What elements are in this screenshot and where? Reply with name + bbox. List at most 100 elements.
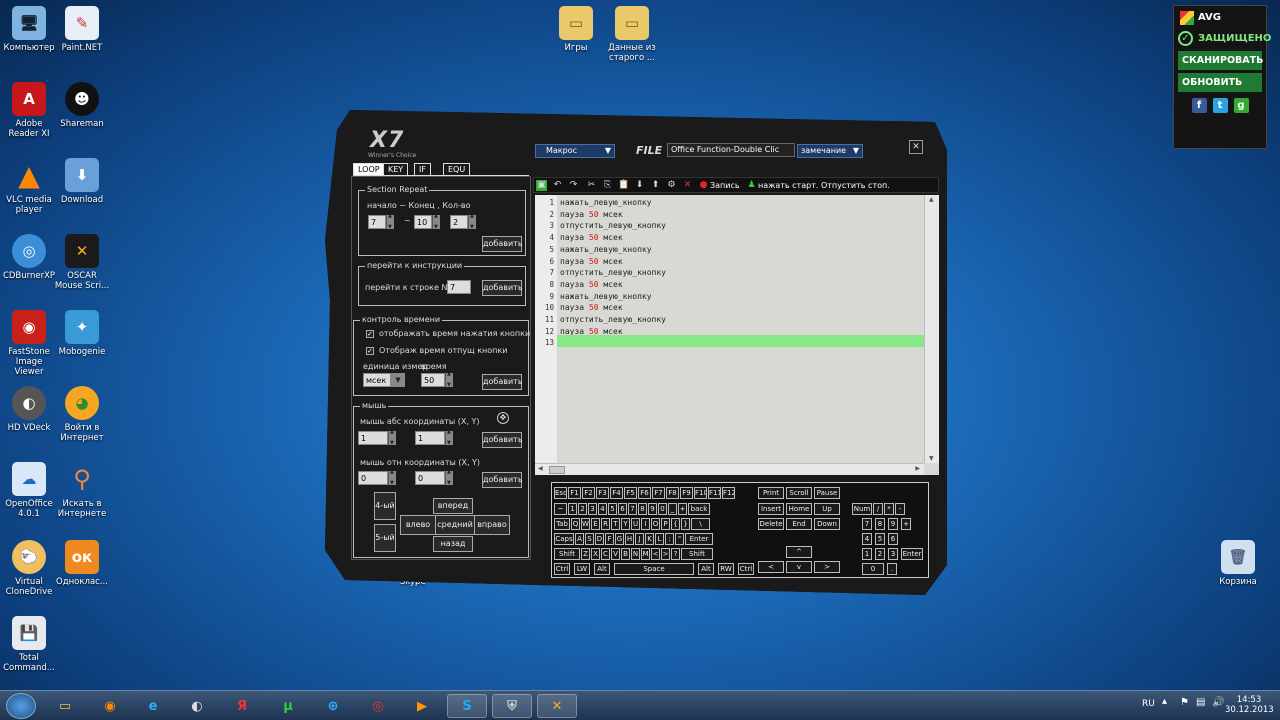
- key-row_5-4[interactable]: Alt: [698, 563, 714, 575]
- key-nav_2-2[interactable]: Down: [814, 518, 840, 530]
- key-row_4-5[interactable]: B: [621, 548, 630, 560]
- key-row_3-9[interactable]: L: [655, 533, 664, 545]
- tab-equ[interactable]: EQU: [443, 163, 471, 175]
- note-dropdown[interactable]: замечание ▼: [797, 144, 863, 158]
- mouse-right-button[interactable]: вправо: [474, 515, 510, 535]
- key-row_3-11[interactable]: ": [675, 533, 684, 545]
- key-row_5-6[interactable]: Ctrl: [738, 563, 754, 575]
- rel-y-stepper[interactable]: [445, 469, 453, 486]
- file-name-field[interactable]: Office Function-Double Clic: [667, 143, 795, 157]
- key-row_3-7[interactable]: J: [635, 533, 644, 545]
- abs-y-stepper[interactable]: [445, 429, 453, 446]
- key-row_2-0[interactable]: Tab: [554, 518, 570, 530]
- key-row_1-13[interactable]: back: [688, 503, 710, 515]
- mouse-back-button[interactable]: назад: [433, 536, 473, 552]
- key-row_4-1[interactable]: Z: [581, 548, 590, 560]
- abs-x-input[interactable]: 1: [358, 431, 388, 445]
- key-num_5-1[interactable]: .: [887, 563, 897, 575]
- code-line[interactable]: нажать_левую_кнопку: [560, 291, 652, 303]
- action-center-icon[interactable]: ⚑: [1180, 697, 1189, 708]
- goto-add-button[interactable]: добавить: [482, 280, 523, 296]
- repeat-start-input[interactable]: 7: [368, 215, 386, 229]
- desktop-icon-adobe-reader[interactable]: A Adobe Reader XI: [0, 82, 58, 139]
- repeat-start-stepper[interactable]: [386, 213, 394, 230]
- close-button[interactable]: ✕: [909, 140, 923, 154]
- key-row_1-11[interactable]: _: [668, 503, 677, 515]
- undo-icon[interactable]: ↶: [552, 180, 563, 191]
- vertical-scrollbar[interactable]: ▲ ▼: [924, 195, 939, 463]
- desktop-icon-total-commander[interactable]: 💾 Total Command...: [0, 616, 58, 673]
- key-row_f-11[interactable]: F11: [708, 487, 721, 499]
- scroll-thumb[interactable]: [549, 466, 565, 474]
- key-row_4-6[interactable]: N: [631, 548, 640, 560]
- key-row_2-2[interactable]: W: [581, 518, 590, 530]
- mouse-button-5[interactable]: 5-ый: [374, 524, 396, 552]
- key-row_1-9[interactable]: 9: [648, 503, 657, 515]
- crosshair-icon[interactable]: ✥: [497, 412, 509, 424]
- key-num_1-1[interactable]: /: [873, 503, 883, 515]
- desktop-icon-games-folder[interactable]: ▭ Игры: [547, 6, 605, 53]
- volume-icon[interactable]: 🔊: [1212, 697, 1224, 708]
- time-add-button[interactable]: добавить: [482, 374, 523, 390]
- avg-scan-button[interactable]: СКАНИРОВАТЬ: [1178, 51, 1263, 70]
- key-num_2-1[interactable]: 8: [875, 518, 885, 530]
- copy-icon[interactable]: ⎘: [602, 180, 613, 191]
- key-row_3-4[interactable]: F: [605, 533, 614, 545]
- scroll-down-icon[interactable]: ▼: [929, 455, 934, 462]
- a4tech-icon[interactable]: ⛨: [492, 694, 532, 718]
- desktop-icon-odnoklassniki[interactable]: ок Одноклас...: [53, 540, 111, 587]
- code-line[interactable]: отпустить_левую_кнопку: [560, 220, 666, 232]
- key-num_3-0[interactable]: 4: [862, 533, 872, 545]
- desktop-icon-computer[interactable]: 🖥 Компьютер: [0, 6, 58, 53]
- key-row_f-3[interactable]: F3: [596, 487, 609, 499]
- desktop-icon-oscar[interactable]: ✕ OSCAR Mouse Scri...: [53, 234, 111, 291]
- desktop-icon-hd-vdeck[interactable]: ◐ HD VDeck: [0, 386, 58, 433]
- internet-explorer-icon[interactable]: e: [133, 694, 173, 718]
- key-row_f-10[interactable]: F10: [694, 487, 707, 499]
- key-row_2-13[interactable]: \: [691, 518, 710, 530]
- redo-icon[interactable]: ↷: [568, 180, 579, 191]
- code-line[interactable]: отпустить_левую_кнопку: [560, 267, 666, 279]
- desktop-icon-shareman[interactable]: ☻ Shareman: [53, 82, 111, 129]
- desktop-icon-old-data-folder[interactable]: ▭ Данные из старого ...: [603, 6, 661, 63]
- delete-icon[interactable]: ✕: [682, 180, 693, 191]
- settings-icon[interactable]: ⚙: [666, 180, 677, 191]
- desktop-icon-openoffice[interactable]: ☁ OpenOffice 4.0.1: [0, 462, 58, 519]
- chrome-icon[interactable]: ◎: [358, 694, 398, 718]
- key-nav_top-0[interactable]: Print: [758, 487, 784, 499]
- key-row_4-10[interactable]: ?: [671, 548, 680, 560]
- tab-key[interactable]: KEY: [383, 163, 409, 175]
- desktop-icon-clonedrive[interactable]: 🐑 Virtual CloneDrive: [0, 540, 58, 597]
- key-row_1-10[interactable]: 0: [658, 503, 667, 515]
- arrow-key-3[interactable]: >: [814, 561, 840, 573]
- key-row_5-2[interactable]: Alt: [594, 563, 610, 575]
- key-row_3-12[interactable]: Enter: [685, 533, 713, 545]
- key-row_3-1[interactable]: A: [575, 533, 584, 545]
- key-row_2-9[interactable]: O: [651, 518, 660, 530]
- key-row_4-9[interactable]: >: [661, 548, 670, 560]
- key-row_1-7[interactable]: 7: [628, 503, 637, 515]
- key-num_2-3[interactable]: +: [901, 518, 911, 530]
- key-nav_2-1[interactable]: End: [786, 518, 812, 530]
- key-num_1-3[interactable]: -: [895, 503, 905, 515]
- time-value-stepper[interactable]: [445, 371, 453, 388]
- key-row_5-1[interactable]: LW: [574, 563, 590, 575]
- key-row_2-1[interactable]: Q: [571, 518, 580, 530]
- network-icon[interactable]: ▤: [1196, 697, 1205, 708]
- key-row_5-3[interactable]: Space: [614, 563, 694, 575]
- show-press-time-checkbox[interactable]: ✓: [366, 330, 374, 338]
- scroll-up-icon[interactable]: ▲: [929, 196, 934, 203]
- key-row_1-6[interactable]: 6: [618, 503, 627, 515]
- key-num_5-0[interactable]: 0: [862, 563, 884, 575]
- rel-y-input[interactable]: 0: [415, 471, 445, 485]
- paste-icon[interactable]: 📋: [618, 180, 629, 191]
- key-nav_2-0[interactable]: Delete: [758, 518, 784, 530]
- key-row_1-2[interactable]: 2: [578, 503, 587, 515]
- code-line[interactable]: пауза 50 мсек: [560, 232, 623, 244]
- tab-if[interactable]: IF: [414, 163, 431, 175]
- key-row_1-12[interactable]: +: [678, 503, 687, 515]
- key-row_f-9[interactable]: F9: [680, 487, 693, 499]
- scroll-left-icon[interactable]: ◀: [538, 465, 543, 472]
- code-line[interactable]: пауза 50 мсек: [560, 209, 623, 221]
- avg-community-icon[interactable]: g: [1233, 98, 1249, 113]
